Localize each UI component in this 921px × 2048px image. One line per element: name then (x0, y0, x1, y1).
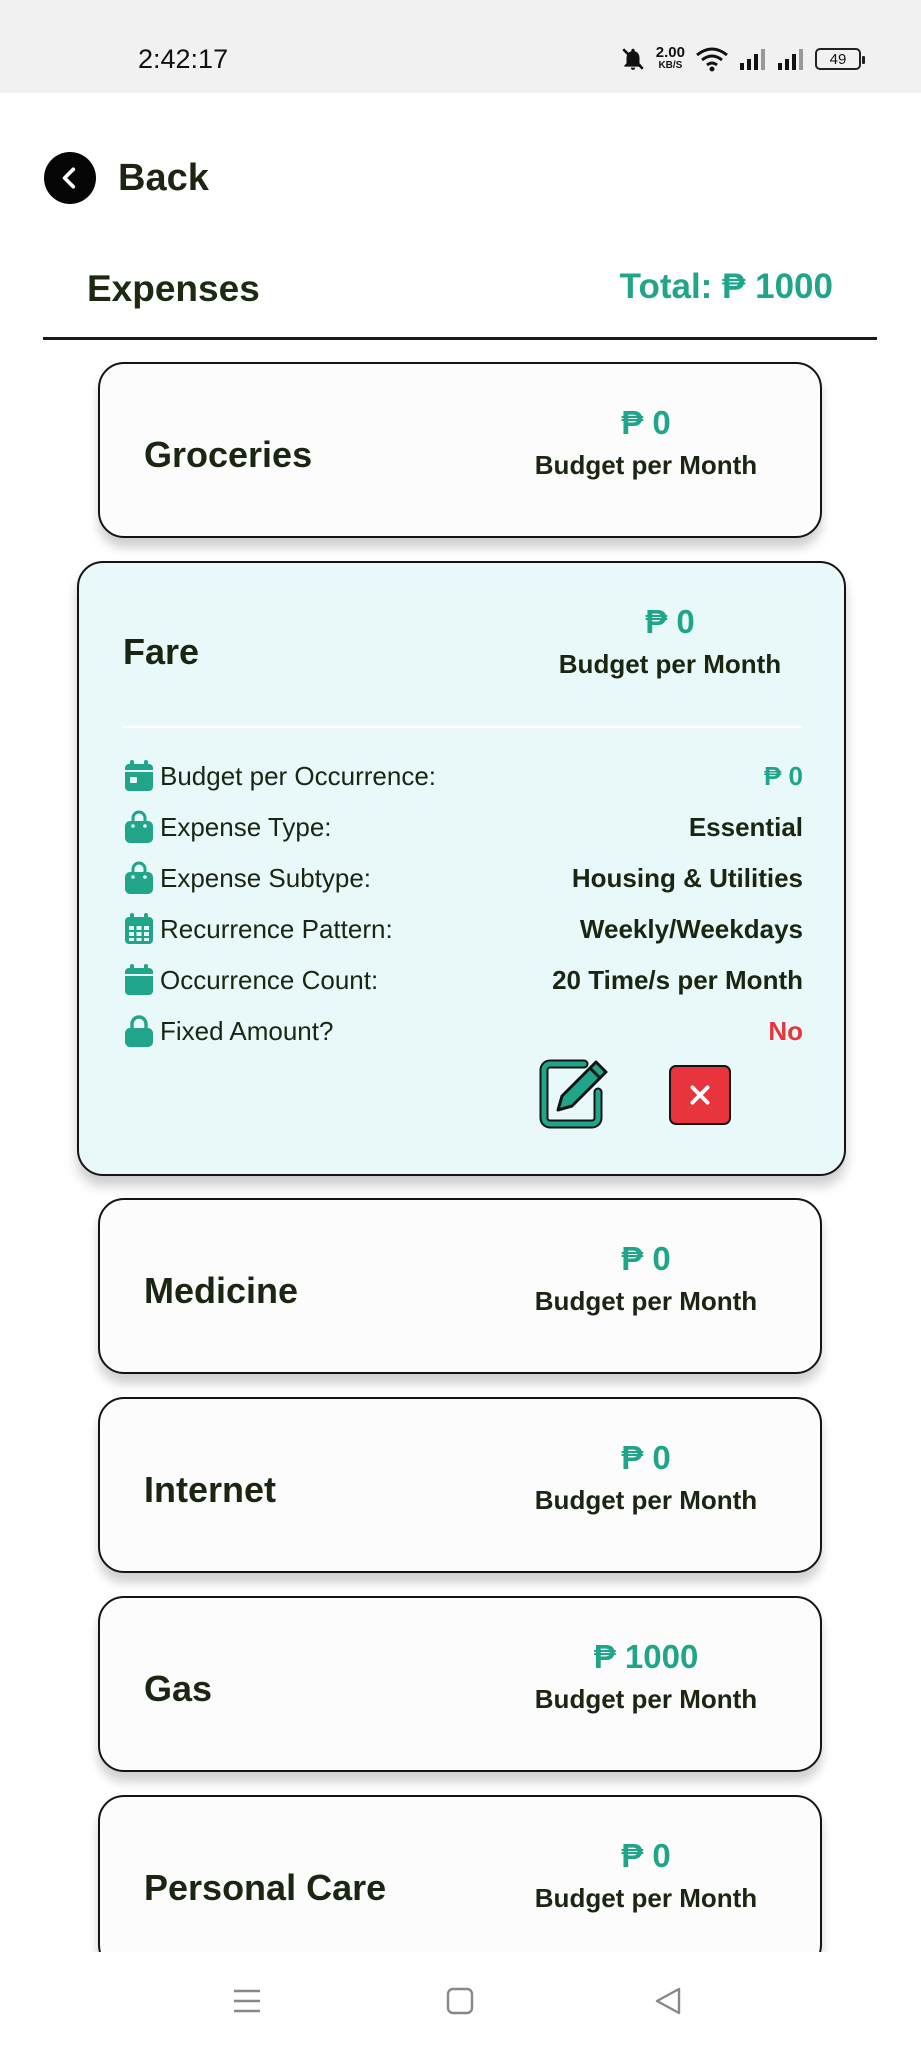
expense-card-internet[interactable]: Internet ₱ 0 Budget per Month (98, 1397, 822, 1573)
expense-amount-caption: Budget per Month (534, 450, 758, 480)
back-nav-icon[interactable] (653, 1986, 683, 2016)
bell-off-icon (622, 48, 644, 70)
expense-amount: ₱ 0 (645, 603, 695, 640)
expense-card-personal-care[interactable]: Personal Care ₱ 0 Budget per Month (98, 1795, 822, 1952)
wifi-icon (696, 47, 728, 72)
expense-amount-caption: Budget per Month (534, 1684, 758, 1714)
detail-value: ₱ 0 (763, 760, 803, 791)
expense-amount: ₱ 1000 (593, 1638, 699, 1675)
detail-value: Weekly/Weekdays (579, 913, 803, 944)
status-time: 2:42:17 (138, 44, 229, 74)
menu-icon[interactable] (232, 1986, 262, 2016)
detail-row-budget-per-occurrence: Budget per Occurrence: ₱ 0 (123, 756, 803, 796)
expense-amount-caption: Budget per Month (534, 1485, 758, 1515)
net-speed-value: 2.00 (655, 44, 685, 61)
expense-card-gas[interactable]: Gas ₱ 1000 Budget per Month (98, 1596, 822, 1772)
detail-label: Recurrence Pattern: (160, 913, 393, 944)
detail-label: Fixed Amount? (160, 1015, 334, 1046)
status-icons: 2.00 KB/S 49 (620, 44, 865, 72)
signal-icon (740, 49, 765, 70)
expense-name: Internet (144, 1469, 277, 1510)
expense-name: Personal Care (144, 1867, 387, 1908)
detail-value: Essential (688, 811, 803, 842)
delete-button[interactable] (669, 1065, 731, 1125)
detail-row-expense-subtype: Expense Subtype: Housing & Utilities (123, 858, 803, 898)
detail-row-fixed-amount: Fixed Amount? No (123, 1011, 803, 1051)
calendar-icon (125, 760, 153, 791)
detail-value: No (768, 1015, 803, 1046)
battery-icon: 49 (815, 48, 865, 70)
expense-amount: ₱ 0 (621, 1439, 671, 1476)
net-speed-unit: KB/S (658, 60, 683, 71)
system-nav-bar (0, 1952, 921, 2048)
expense-amount-caption: Budget per Month (558, 649, 782, 679)
page-header: Expenses Total: ₱ 1000 (43, 262, 877, 340)
expense-card-groceries[interactable]: Groceries ₱ 0 Budget per Month (98, 362, 822, 538)
expense-card-medicine[interactable]: Medicine ₱ 0 Budget per Month (98, 1198, 822, 1374)
expense-name: Gas (144, 1668, 213, 1709)
back-button[interactable]: Back (44, 152, 209, 204)
network-speed: 2.00 KB/S (655, 44, 685, 72)
detail-label: Occurrence Count: (160, 964, 379, 995)
detail-row-recurrence-pattern: Recurrence Pattern: Weekly/Weekdays (123, 909, 803, 949)
expense-name: Medicine (144, 1270, 299, 1311)
detail-value: Housing & Utilities (571, 862, 803, 893)
close-icon (690, 1085, 710, 1105)
signal-icon (778, 49, 803, 70)
expense-name: Fare (123, 631, 200, 672)
expense-amount-caption: Budget per Month (534, 1286, 758, 1316)
expense-card-fare-expanded[interactable]: Fare ₱ 0 Budget per Month Budget per Occ… (77, 561, 846, 1176)
expense-name: Groceries (144, 434, 313, 475)
lock-icon (125, 1015, 153, 1047)
home-icon[interactable] (445, 1986, 475, 2016)
bag-icon (125, 810, 153, 843)
page-title: Expenses (87, 268, 260, 309)
calendar-icon (125, 964, 153, 995)
detail-label: Budget per Occurrence: (160, 760, 437, 791)
detail-value: 20 Time/s per Month (552, 964, 803, 995)
expense-amount: ₱ 0 (621, 1837, 671, 1874)
edit-icon[interactable] (538, 1058, 610, 1130)
bag-icon (125, 861, 153, 894)
expense-amount-caption: Budget per Month (534, 1883, 758, 1913)
expense-amount: ₱ 0 (621, 1240, 671, 1277)
divider (123, 726, 803, 728)
calendar-grid-icon (125, 913, 153, 944)
back-arrow-icon[interactable] (44, 152, 96, 204)
status-bar: 2:42:17 2.00 KB/S 49 (0, 0, 921, 93)
detail-label: Expense Type: (160, 811, 332, 842)
detail-row-expense-type: Expense Type: Essential (123, 807, 803, 847)
expense-list[interactable]: Groceries ₱ 0 Budget per Month Fare ₱ 0 … (0, 340, 921, 1952)
expense-amount: ₱ 0 (621, 404, 671, 441)
back-label[interactable]: Back (118, 157, 209, 200)
total-amount: Total: ₱ 1000 (619, 267, 833, 306)
battery-level: 49 (829, 50, 847, 68)
detail-row-occurrence-count: Occurrence Count: 20 Time/s per Month (123, 960, 803, 1000)
detail-label: Expense Subtype: (160, 862, 372, 893)
